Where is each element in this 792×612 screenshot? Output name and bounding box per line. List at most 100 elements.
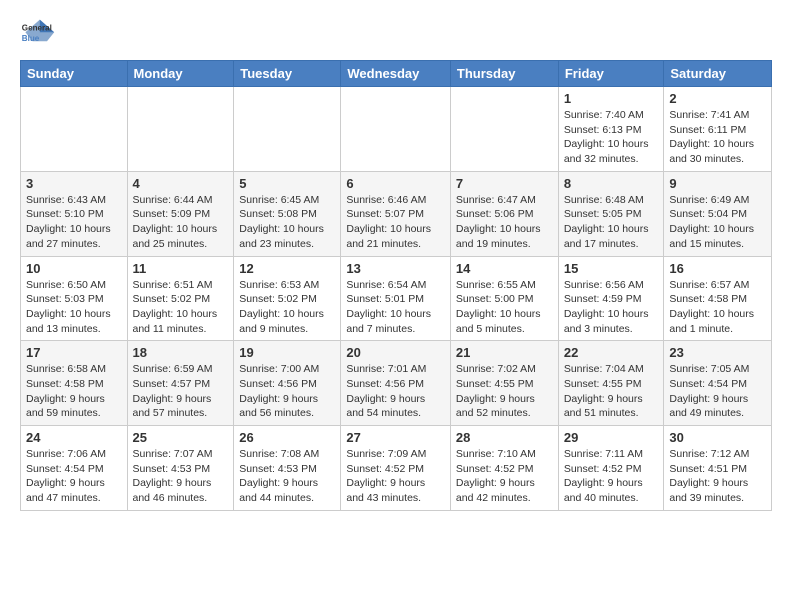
calendar-cell: 5 Sunrise: 6:45 AM Sunset: 5:08 PM Daylig… (234, 171, 341, 256)
svg-text:General: General (22, 23, 52, 32)
calendar-cell: 23Sunrise: 7:05 AM Sunset: 4:54 PM Dayli… (664, 341, 772, 426)
day-number: 20 (346, 345, 445, 360)
day-info: Sunrise: 7:40 AM Sunset: 6:13 PM Dayligh… (564, 108, 659, 167)
day-number: 1 (564, 91, 659, 106)
day-number: 13 (346, 261, 445, 276)
calendar-cell: 1 Sunrise: 7:40 AM Sunset: 6:13 PM Daylig… (558, 87, 664, 172)
calendar-cell: 12Sunrise: 6:53 AM Sunset: 5:02 PM Dayli… (234, 256, 341, 341)
day-number: 22 (564, 345, 659, 360)
day-info: Sunrise: 7:11 AM Sunset: 4:52 PM Dayligh… (564, 447, 659, 506)
day-info: Sunrise: 6:45 AM Sunset: 5:08 PM Dayligh… (239, 193, 335, 252)
day-info: Sunrise: 7:12 AM Sunset: 4:51 PM Dayligh… (669, 447, 766, 506)
calendar-cell: 7Sunrise: 6:47 AM Sunset: 5:06 PM Daylig… (450, 171, 558, 256)
calendar-day-header: Wednesday (341, 61, 451, 87)
day-number: 30 (669, 430, 766, 445)
day-info: Sunrise: 7:10 AM Sunset: 4:52 PM Dayligh… (456, 447, 553, 506)
svg-text:Blue: Blue (22, 34, 40, 43)
calendar-cell: 16Sunrise: 6:57 AM Sunset: 4:58 PM Dayli… (664, 256, 772, 341)
day-number: 7 (456, 176, 553, 191)
calendar-cell: 29 Sunrise: 7:11 AM Sunset: 4:52 PM Dayli… (558, 426, 664, 511)
day-number: 12 (239, 261, 335, 276)
day-number: 9 (669, 176, 766, 191)
calendar-day-header: Sunday (21, 61, 128, 87)
calendar-cell: 10 Sunrise: 6:50 AM Sunset: 5:03 PM Dayli… (21, 256, 128, 341)
calendar-cell: 17 Sunrise: 6:58 AM Sunset: 4:58 PM Dayli… (21, 341, 128, 426)
logo: General Blue (20, 16, 58, 52)
day-info: Sunrise: 6:46 AM Sunset: 5:07 PM Dayligh… (346, 193, 445, 252)
day-info: Sunrise: 7:41 AM Sunset: 6:11 PM Dayligh… (669, 108, 766, 167)
calendar-cell: 18 Sunrise: 6:59 AM Sunset: 4:57 PM Dayli… (127, 341, 234, 426)
calendar-cell: 21Sunrise: 7:02 AM Sunset: 4:55 PM Dayli… (450, 341, 558, 426)
calendar-cell: 26Sunrise: 7:08 AM Sunset: 4:53 PM Dayli… (234, 426, 341, 511)
calendar-cell: 19 Sunrise: 7:00 AM Sunset: 4:56 PM Dayli… (234, 341, 341, 426)
day-info: Sunrise: 6:56 AM Sunset: 4:59 PM Dayligh… (564, 278, 659, 337)
day-number: 2 (669, 91, 766, 106)
day-info: Sunrise: 6:55 AM Sunset: 5:00 PM Dayligh… (456, 278, 553, 337)
day-number: 5 (239, 176, 335, 191)
calendar-day-header: Thursday (450, 61, 558, 87)
calendar-cell: 3Sunrise: 6:43 AM Sunset: 5:10 PM Daylig… (21, 171, 128, 256)
day-info: Sunrise: 7:02 AM Sunset: 4:55 PM Dayligh… (456, 362, 553, 421)
calendar-cell: 13 Sunrise: 6:54 AM Sunset: 5:01 PM Dayli… (341, 256, 451, 341)
calendar-cell: 20 Sunrise: 7:01 AM Sunset: 4:56 PM Dayli… (341, 341, 451, 426)
day-info: Sunrise: 6:58 AM Sunset: 4:58 PM Dayligh… (26, 362, 122, 421)
calendar-cell: 9 Sunrise: 6:49 AM Sunset: 5:04 PM Daylig… (664, 171, 772, 256)
day-number: 17 (26, 345, 122, 360)
day-number: 14 (456, 261, 553, 276)
page: General Blue SundayMondayTuesdayWednesda… (0, 0, 792, 527)
day-number: 8 (564, 176, 659, 191)
calendar-cell: 11 Sunrise: 6:51 AM Sunset: 5:02 PM Dayli… (127, 256, 234, 341)
day-number: 15 (564, 261, 659, 276)
calendar-cell: 15 Sunrise: 6:56 AM Sunset: 4:59 PM Dayli… (558, 256, 664, 341)
day-info: Sunrise: 7:00 AM Sunset: 4:56 PM Dayligh… (239, 362, 335, 421)
day-info: Sunrise: 7:05 AM Sunset: 4:54 PM Dayligh… (669, 362, 766, 421)
day-info: Sunrise: 6:49 AM Sunset: 5:04 PM Dayligh… (669, 193, 766, 252)
calendar-cell: 27Sunrise: 7:09 AM Sunset: 4:52 PM Dayli… (341, 426, 451, 511)
day-info: Sunrise: 6:48 AM Sunset: 5:05 PM Dayligh… (564, 193, 659, 252)
calendar-table: SundayMondayTuesdayWednesdayThursdayFrid… (20, 60, 772, 511)
calendar-cell (127, 87, 234, 172)
header: General Blue (20, 16, 772, 52)
day-number: 29 (564, 430, 659, 445)
calendar-cell: 6Sunrise: 6:46 AM Sunset: 5:07 PM Daylig… (341, 171, 451, 256)
day-info: Sunrise: 7:07 AM Sunset: 4:53 PM Dayligh… (133, 447, 229, 506)
calendar-day-header: Saturday (664, 61, 772, 87)
day-number: 10 (26, 261, 122, 276)
calendar-week-row: 1 Sunrise: 7:40 AM Sunset: 6:13 PM Daylig… (21, 87, 772, 172)
calendar-header-row: SundayMondayTuesdayWednesdayThursdayFrid… (21, 61, 772, 87)
calendar-cell: 4 Sunrise: 6:44 AM Sunset: 5:09 PM Daylig… (127, 171, 234, 256)
day-number: 3 (26, 176, 122, 191)
calendar-cell: 14 Sunrise: 6:55 AM Sunset: 5:00 PM Dayli… (450, 256, 558, 341)
logo-icon: General Blue (20, 16, 56, 52)
day-number: 19 (239, 345, 335, 360)
day-info: Sunrise: 6:57 AM Sunset: 4:58 PM Dayligh… (669, 278, 766, 337)
day-number: 25 (133, 430, 229, 445)
day-info: Sunrise: 7:06 AM Sunset: 4:54 PM Dayligh… (26, 447, 122, 506)
calendar-cell (450, 87, 558, 172)
calendar-day-header: Monday (127, 61, 234, 87)
calendar-week-row: 17 Sunrise: 6:58 AM Sunset: 4:58 PM Dayli… (21, 341, 772, 426)
calendar-cell: 28 Sunrise: 7:10 AM Sunset: 4:52 PM Dayli… (450, 426, 558, 511)
calendar-cell: 8 Sunrise: 6:48 AM Sunset: 5:05 PM Daylig… (558, 171, 664, 256)
day-info: Sunrise: 6:54 AM Sunset: 5:01 PM Dayligh… (346, 278, 445, 337)
day-info: Sunrise: 6:51 AM Sunset: 5:02 PM Dayligh… (133, 278, 229, 337)
calendar-day-header: Tuesday (234, 61, 341, 87)
day-number: 18 (133, 345, 229, 360)
day-info: Sunrise: 7:04 AM Sunset: 4:55 PM Dayligh… (564, 362, 659, 421)
calendar-cell (234, 87, 341, 172)
calendar-cell: 2 Sunrise: 7:41 AM Sunset: 6:11 PM Daylig… (664, 87, 772, 172)
day-number: 28 (456, 430, 553, 445)
calendar-week-row: 24 Sunrise: 7:06 AM Sunset: 4:54 PM Dayli… (21, 426, 772, 511)
calendar-cell: 22 Sunrise: 7:04 AM Sunset: 4:55 PM Dayli… (558, 341, 664, 426)
day-info: Sunrise: 6:59 AM Sunset: 4:57 PM Dayligh… (133, 362, 229, 421)
day-info: Sunrise: 6:50 AM Sunset: 5:03 PM Dayligh… (26, 278, 122, 337)
day-info: Sunrise: 7:09 AM Sunset: 4:52 PM Dayligh… (346, 447, 445, 506)
calendar-week-row: 10 Sunrise: 6:50 AM Sunset: 5:03 PM Dayli… (21, 256, 772, 341)
day-info: Sunrise: 7:08 AM Sunset: 4:53 PM Dayligh… (239, 447, 335, 506)
calendar-cell: 30 Sunrise: 7:12 AM Sunset: 4:51 PM Dayli… (664, 426, 772, 511)
day-info: Sunrise: 7:01 AM Sunset: 4:56 PM Dayligh… (346, 362, 445, 421)
day-number: 11 (133, 261, 229, 276)
day-number: 4 (133, 176, 229, 191)
day-number: 24 (26, 430, 122, 445)
day-info: Sunrise: 6:44 AM Sunset: 5:09 PM Dayligh… (133, 193, 229, 252)
